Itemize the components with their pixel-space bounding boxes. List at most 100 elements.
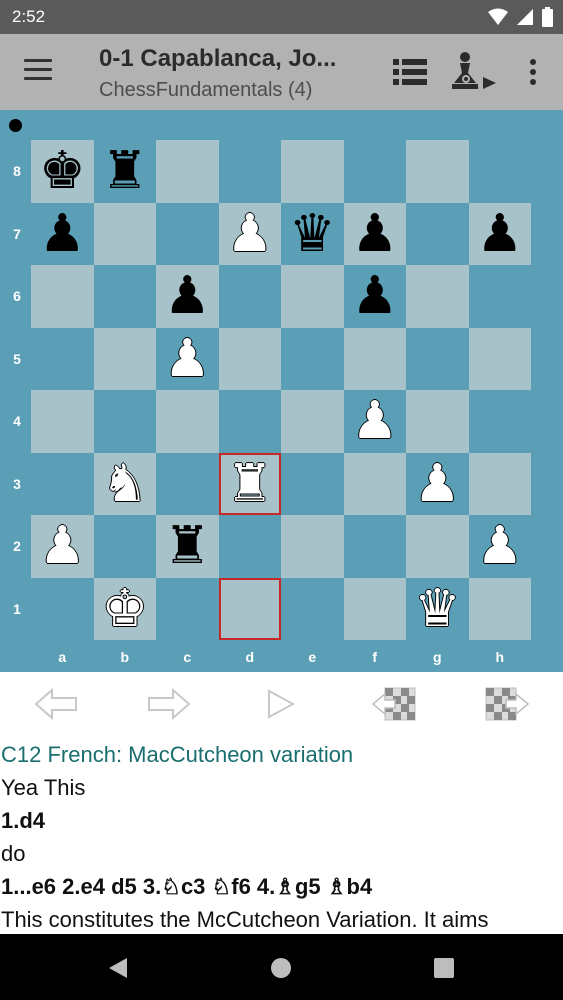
hamburger-menu-icon[interactable] — [24, 59, 52, 83]
square-d2[interactable] — [218, 515, 281, 578]
white-pawn-icon[interactable]: ♟︎ — [414, 458, 461, 510]
square-e1[interactable] — [281, 577, 344, 640]
square-h4[interactable] — [468, 390, 531, 453]
black-pawn-icon[interactable]: ♟︎ — [476, 208, 523, 260]
square-a3[interactable] — [31, 452, 94, 515]
square-b6[interactable] — [93, 265, 156, 328]
square-e5[interactable] — [281, 327, 344, 390]
square-a5[interactable] — [31, 327, 94, 390]
square-a7[interactable]: ♟︎ — [31, 202, 94, 265]
white-rook-icon[interactable]: ♜ — [226, 458, 273, 510]
square-a4[interactable] — [31, 390, 94, 453]
square-g6[interactable] — [406, 265, 469, 328]
square-b4[interactable] — [93, 390, 156, 453]
move-text[interactable]: 1.d4 — [0, 804, 563, 837]
square-g5[interactable] — [406, 327, 469, 390]
prev-game-icon[interactable] — [371, 686, 417, 722]
square-g1[interactable]: ♛ — [406, 577, 469, 640]
square-f5[interactable] — [343, 327, 406, 390]
square-c4[interactable] — [156, 390, 219, 453]
square-d4[interactable] — [218, 390, 281, 453]
next-move-icon[interactable] — [147, 686, 191, 722]
square-f6[interactable]: ♟︎ — [343, 265, 406, 328]
square-d6[interactable] — [218, 265, 281, 328]
square-c7[interactable] — [156, 202, 219, 265]
square-a6[interactable] — [31, 265, 94, 328]
move-text[interactable]: 1...e6 2.e4 d5 3.♘c3 ♘f6 4.♗g5 ♗b4 — [0, 870, 563, 903]
list-icon[interactable] — [393, 58, 427, 86]
next-game-icon[interactable] — [484, 686, 530, 722]
square-e8[interactable] — [281, 140, 344, 203]
white-pawn-icon[interactable]: ♟︎ — [226, 208, 273, 260]
square-c8[interactable] — [156, 140, 219, 203]
square-f3[interactable] — [343, 452, 406, 515]
white-pawn-icon[interactable]: ♟︎ — [39, 520, 86, 572]
square-f8[interactable] — [343, 140, 406, 203]
square-e2[interactable] — [281, 515, 344, 578]
square-d8[interactable] — [218, 140, 281, 203]
square-g3[interactable]: ♟︎ — [406, 452, 469, 515]
square-h5[interactable] — [468, 327, 531, 390]
square-f7[interactable]: ♟︎ — [343, 202, 406, 265]
black-queen-icon[interactable]: ♛ — [289, 208, 336, 260]
square-a1[interactable] — [31, 577, 94, 640]
square-d3[interactable]: ♜ — [218, 452, 281, 515]
square-b1[interactable]: ♚ — [93, 577, 156, 640]
game-title: 0-1 Capablanca, Jo... — [99, 45, 337, 72]
square-e4[interactable] — [281, 390, 344, 453]
square-g4[interactable] — [406, 390, 469, 453]
square-b8[interactable]: ♜ — [93, 140, 156, 203]
white-king-icon[interactable]: ♚ — [101, 583, 148, 635]
black-pawn-icon[interactable]: ♟︎ — [351, 208, 398, 260]
square-d5[interactable] — [218, 327, 281, 390]
square-b7[interactable] — [93, 202, 156, 265]
game-notes[interactable]: C12 French: MacCutcheon variation Yea Thi… — [0, 738, 563, 934]
square-e3[interactable] — [281, 452, 344, 515]
white-pawn-icon[interactable]: ♟︎ — [476, 520, 523, 572]
square-c3[interactable] — [156, 452, 219, 515]
square-h2[interactable]: ♟︎ — [468, 515, 531, 578]
black-pawn-icon[interactable]: ♟︎ — [39, 208, 86, 260]
square-c2[interactable]: ♜ — [156, 515, 219, 578]
square-e7[interactable]: ♛ — [281, 202, 344, 265]
square-g2[interactable] — [406, 515, 469, 578]
square-c1[interactable] — [156, 577, 219, 640]
black-king-icon[interactable]: ♚ — [39, 145, 86, 197]
square-b2[interactable] — [93, 515, 156, 578]
square-b5[interactable] — [93, 327, 156, 390]
square-b3[interactable]: ♞ — [93, 452, 156, 515]
square-g7[interactable] — [406, 202, 469, 265]
square-a8[interactable]: ♚ — [31, 140, 94, 203]
square-h7[interactable]: ♟︎ — [468, 202, 531, 265]
black-rook-icon[interactable]: ♜ — [101, 145, 148, 197]
square-f1[interactable] — [343, 577, 406, 640]
recents-icon[interactable] — [433, 956, 455, 980]
square-h1[interactable] — [468, 577, 531, 640]
prev-move-icon[interactable] — [34, 686, 78, 722]
black-pawn-icon[interactable]: ♟︎ — [351, 270, 398, 322]
overflow-menu-icon[interactable] — [529, 58, 537, 86]
white-knight-icon[interactable]: ♞ — [101, 458, 148, 510]
square-d7[interactable]: ♟︎ — [218, 202, 281, 265]
square-h3[interactable] — [468, 452, 531, 515]
square-e6[interactable] — [281, 265, 344, 328]
square-h6[interactable] — [468, 265, 531, 328]
home-icon[interactable] — [270, 956, 292, 980]
square-f4[interactable]: ♟︎ — [343, 390, 406, 453]
square-c5[interactable]: ♟︎ — [156, 327, 219, 390]
white-queen-icon[interactable]: ♛ — [414, 583, 461, 635]
square-d1[interactable] — [218, 577, 281, 640]
square-h8[interactable] — [468, 140, 531, 203]
black-pawn-icon[interactable]: ♟︎ — [164, 270, 211, 322]
square-g8[interactable] — [406, 140, 469, 203]
chess-board[interactable]: ♚ ♜ ♟︎ ♟︎ ♛ ♟︎ ♟︎ ♟︎ ♟︎ ♟︎ ♟︎ ♞ ♜ ♟︎ ♟︎ ♜ ♟︎ ♚ ♛ — [31, 140, 531, 640]
play-icon[interactable] — [267, 689, 295, 719]
square-f2[interactable] — [343, 515, 406, 578]
square-a2[interactable]: ♟︎ — [31, 515, 94, 578]
square-c6[interactable]: ♟︎ — [156, 265, 219, 328]
engine-icon[interactable] — [450, 51, 498, 93]
white-pawn-icon[interactable]: ♟︎ — [351, 395, 398, 447]
white-pawn-icon[interactable]: ♟︎ — [164, 333, 211, 385]
back-icon[interactable] — [107, 956, 129, 980]
black-rook-icon[interactable]: ♜ — [164, 520, 211, 572]
